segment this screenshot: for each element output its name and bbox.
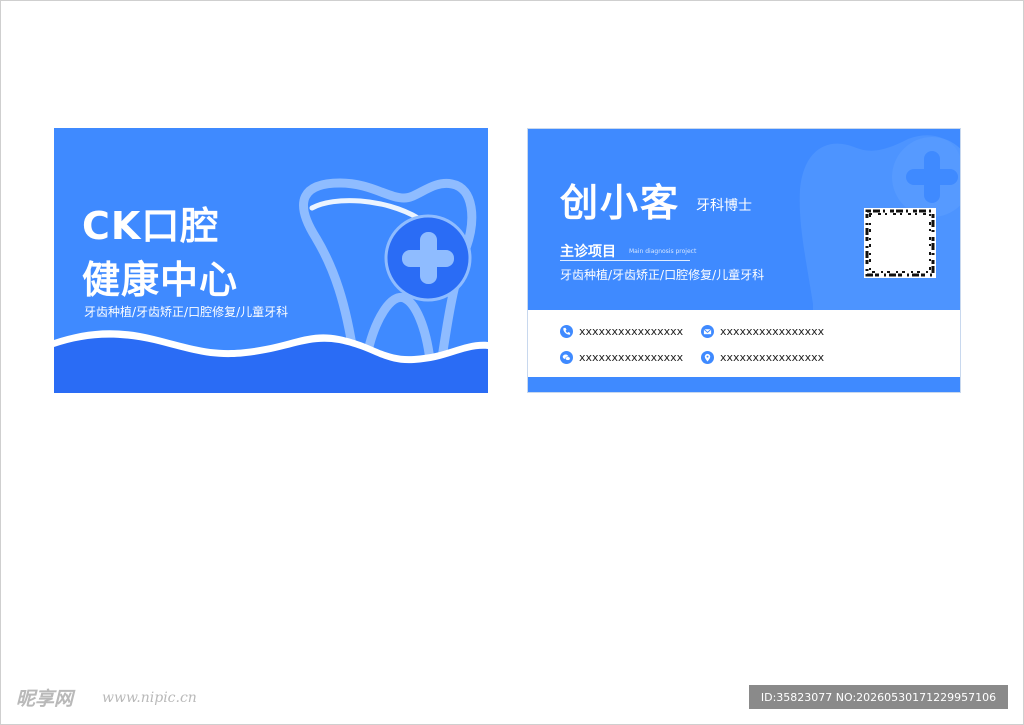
- wechat-icon: [560, 351, 573, 364]
- site-url: www.nipic.cn: [102, 690, 197, 706]
- business-card-back: 创小客 牙科博士 主诊项目 Main diagnosis project 牙齿种…: [527, 128, 961, 393]
- heading-underline: [560, 260, 690, 261]
- business-card-front: CK口腔 健康中心 牙齿种植/牙齿矫正/口腔修复/儿童牙科: [54, 128, 488, 393]
- main-services-heading-en: Main diagnosis project: [629, 248, 697, 255]
- qr-code: [864, 208, 936, 278]
- phone-icon: [560, 325, 573, 338]
- doctor-title: 牙科博士: [696, 198, 752, 214]
- clinic-name-line1: CK口腔: [82, 204, 220, 248]
- contact-wechat: xxxxxxxxxxxxxxxx: [560, 351, 683, 364]
- main-services-heading: 主诊项目: [560, 244, 616, 260]
- wechat-text: xxxxxxxxxxxxxxxx: [579, 351, 684, 364]
- phone-text: xxxxxxxxxxxxxxxx: [579, 325, 684, 338]
- site-logo: 昵享网: [16, 688, 74, 710]
- doctor-name: 创小客: [560, 181, 681, 225]
- address-text: xxxxxxxxxxxxxxxx: [720, 351, 825, 364]
- plus-circle-icon: [384, 214, 472, 302]
- mail-icon: [701, 325, 714, 338]
- main-services-list: 牙齿种植/牙齿矫正/口腔修复/儿童牙科: [560, 268, 765, 282]
- contact-email: xxxxxxxxxxxxxxxx: [701, 325, 824, 338]
- image-id-bar: ID:35823077 NO:20260530171229957106: [749, 685, 1008, 709]
- back-footer-band: [528, 377, 960, 392]
- location-icon: [701, 351, 714, 364]
- contact-phone: xxxxxxxxxxxxxxxx: [560, 325, 683, 338]
- service-list: 牙齿种植/牙齿矫正/口腔修复/儿童牙科: [84, 305, 289, 319]
- email-text: xxxxxxxxxxxxxxxx: [720, 325, 825, 338]
- contact-address: xxxxxxxxxxxxxxxx: [701, 351, 824, 364]
- back-header-panel: 创小客 牙科博士 主诊项目 Main diagnosis project 牙齿种…: [528, 129, 960, 310]
- clinic-name-line2: 健康中心: [82, 258, 239, 302]
